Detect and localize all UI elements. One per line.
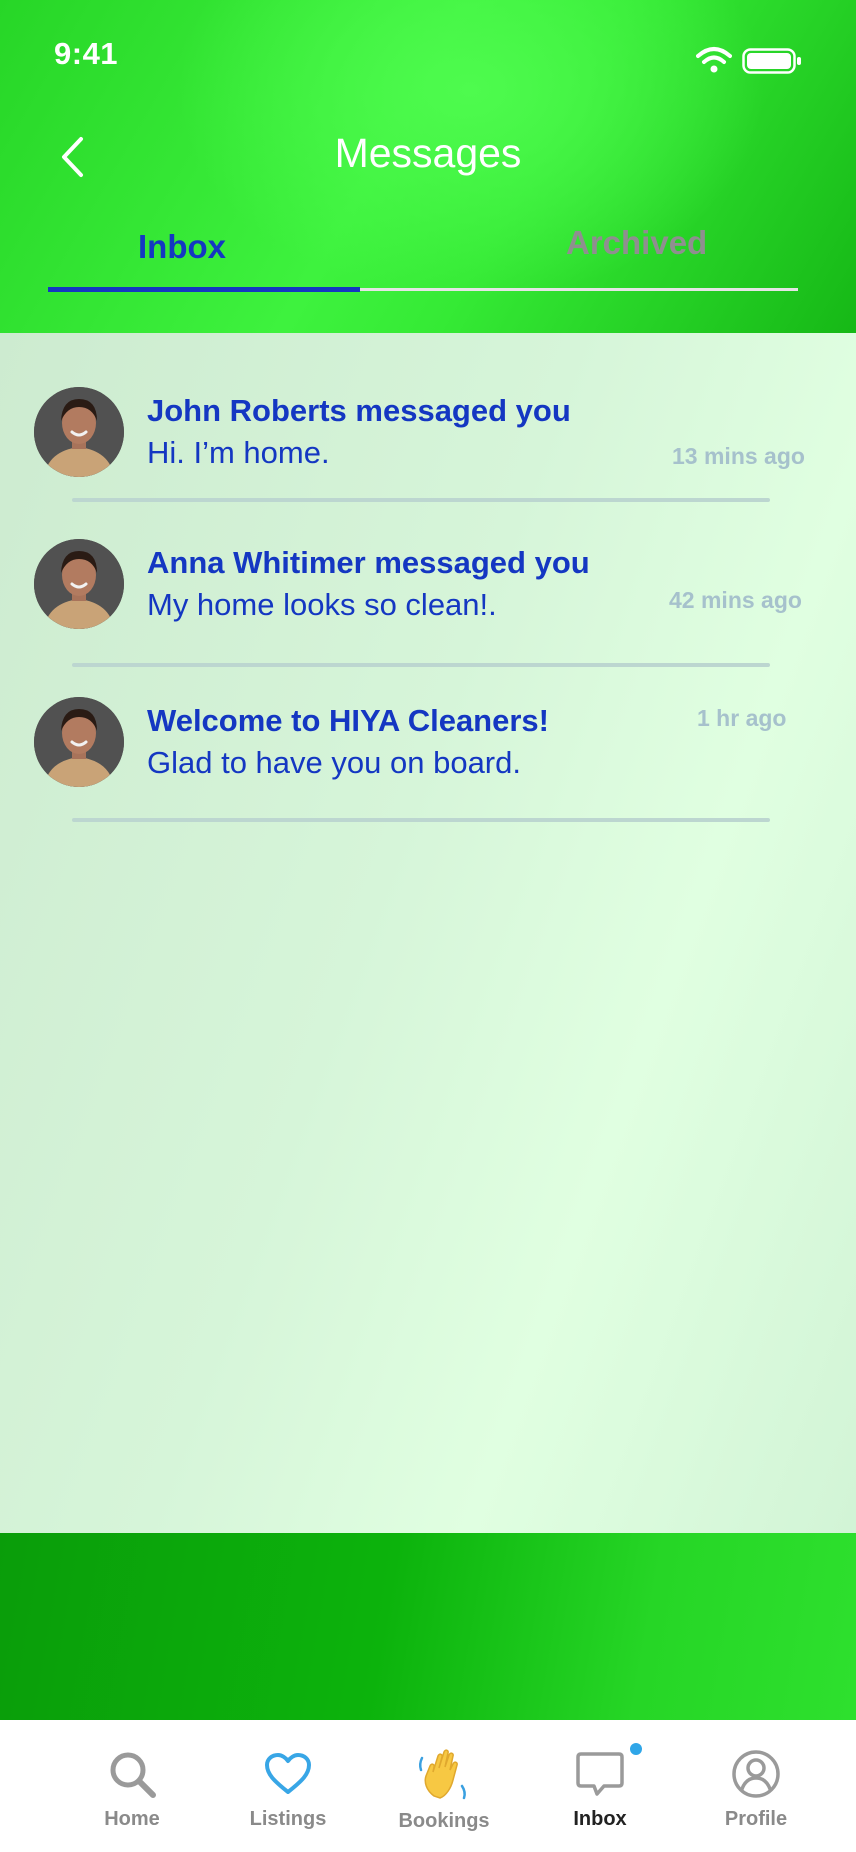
message-time: 1 hr ago (697, 705, 787, 731)
nav-home[interactable]: Home (72, 1720, 192, 1852)
message-title: Anna Whitimer messaged you (147, 545, 590, 580)
message-time: 13 mins ago (672, 443, 805, 469)
header: 9:41 Messages Inbox Archived (0, 0, 856, 333)
footer-band (0, 1533, 856, 1720)
nav-label: Bookings (398, 1810, 490, 1832)
message-row-john-roberts[interactable]: John Roberts messaged you Hi. I’m home. … (0, 383, 856, 503)
nav-label: Listings (249, 1808, 327, 1830)
chat-bubble-icon (572, 1746, 628, 1802)
nav-label: Profile (724, 1808, 788, 1830)
divider (72, 498, 770, 502)
message-title: Welcome to HIYA Cleaners! (147, 703, 549, 738)
nav-profile[interactable]: Profile (696, 1720, 816, 1852)
nav-label: Home (104, 1808, 160, 1830)
waving-hand-icon (416, 1746, 472, 1802)
message-row-welcome[interactable]: Welcome to HIYA Cleaners! Glad to have y… (0, 693, 856, 813)
page-title: Messages (334, 130, 522, 176)
message-row-anna-whitimer[interactable]: Anna Whitimer messaged you My home looks… (0, 535, 856, 655)
avatar (34, 697, 124, 787)
heart-icon (260, 1746, 316, 1802)
message-preview: Hi. I’m home. (147, 435, 330, 470)
avatar (34, 539, 124, 629)
battery-icon (742, 48, 801, 74)
notification-dot (630, 1743, 642, 1755)
bottom-nav: Home Listings Bookings Inbox Profile (0, 1720, 856, 1852)
message-title: John Roberts messaged you (147, 393, 571, 428)
message-preview: My home looks so clean!. (147, 587, 497, 622)
tab-inbox[interactable]: Inbox (138, 228, 226, 266)
divider (72, 663, 770, 667)
user-icon (728, 1746, 784, 1802)
wifi-icon (696, 47, 732, 73)
status-time: 9:41 (54, 36, 119, 71)
tab-archived[interactable]: Archived (566, 224, 707, 262)
divider (72, 818, 770, 822)
message-list: John Roberts messaged you Hi. I’m home. … (0, 333, 856, 1533)
nav-inbox[interactable]: Inbox (540, 1720, 660, 1852)
nav-bookings[interactable]: Bookings (384, 1720, 504, 1852)
message-time: 42 mins ago (669, 587, 802, 613)
message-preview: Glad to have you on board. (147, 745, 521, 780)
avatar (34, 387, 124, 477)
nav-label: Inbox (573, 1808, 627, 1830)
tab-active-indicator (48, 287, 360, 292)
nav-listings[interactable]: Listings (228, 1720, 348, 1852)
search-icon (104, 1746, 160, 1802)
